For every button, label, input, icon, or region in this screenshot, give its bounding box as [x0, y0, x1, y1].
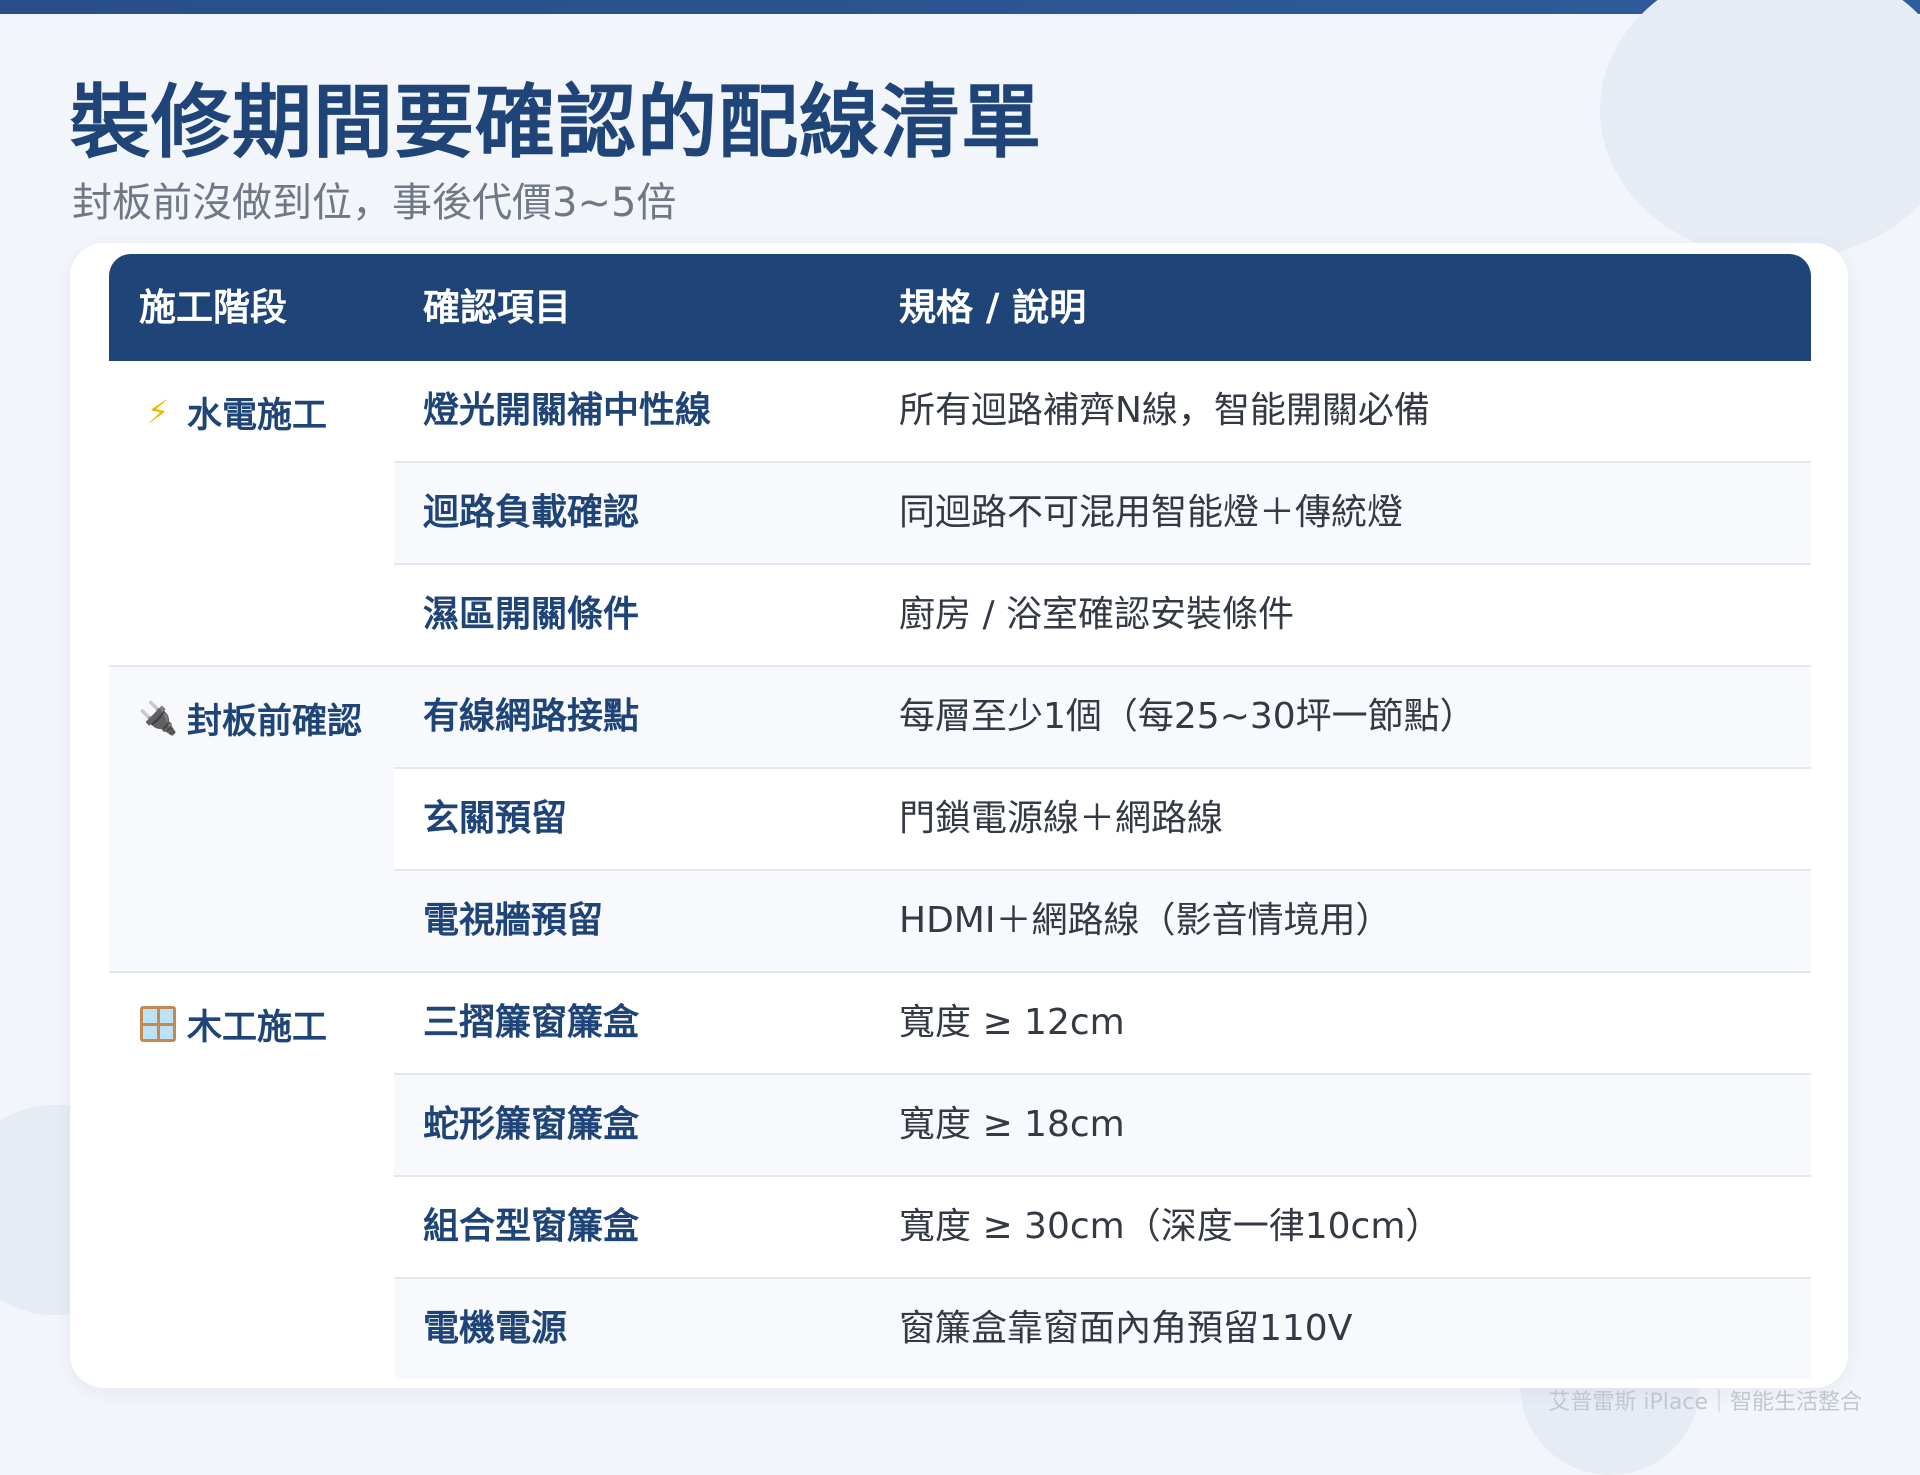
stage-label: 木工施工 — [139, 973, 327, 1075]
table-row: 燈光開關補中性線 所有迴路補齊N線，智能開關必備 — [394, 361, 1811, 461]
page-title: 裝修期間要確認的配線清單 — [70, 76, 1042, 169]
stage-name: 封板前確認 — [187, 701, 363, 742]
spec-cell: 所有迴路補齊N線，智能開關必備 — [899, 390, 1430, 431]
table-row: 玄關預留 門鎖電源線＋網路線 — [394, 767, 1811, 869]
table-row: 三摺簾窗簾盒 寬度 ≥ 12cm — [394, 973, 1811, 1073]
item-cell: 有線網路接點 — [423, 696, 640, 737]
item-cell: 濕區開關條件 — [423, 594, 640, 635]
electric-plug-icon: 🔌 — [138, 699, 178, 737]
spec-cell: 門鎖電源線＋網路線 — [899, 798, 1224, 839]
page-subtitle: 封板前沒做到位，事後代價3~5倍 — [72, 180, 677, 226]
header-spec: 規格 / 說明 — [899, 286, 1087, 329]
spec-cell: 寬度 ≥ 18cm — [899, 1104, 1125, 1145]
item-cell: 迴路負載確認 — [423, 492, 640, 533]
spec-cell: 寬度 ≥ 12cm — [899, 1002, 1125, 1043]
spec-cell: 每層至少1個（每25~30坪一節點） — [899, 696, 1476, 737]
item-cell: 玄關預留 — [423, 798, 568, 839]
table-row: 濕區開關條件 廚房 / 浴室確認安裝條件 — [394, 563, 1811, 665]
footer-brand: 艾普雷斯 iPlace｜智能生活整合 — [1548, 1390, 1862, 1415]
item-cell: 燈光開關補中性線 — [423, 390, 712, 431]
table-row: 有線網路接點 每層至少1個（每25~30坪一節點） — [394, 667, 1811, 767]
stage-group-pre-board-check: 🔌 封板前確認 有線網路接點 每層至少1個（每25~30坪一節點） 玄關預留 門… — [109, 665, 1811, 971]
stage-group-carpentry: 木工施工 三摺簾窗簾盒 寬度 ≥ 12cm 蛇形簾窗簾盒 寬度 ≥ 18cm 組… — [109, 971, 1811, 1379]
stage-label: 🔌 封板前確認 — [138, 667, 363, 769]
checklist-table: 施工階段 確認項目 規格 / 說明 ⚡ 水電施工 燈光開關補中性線 所有迴路補齊… — [109, 254, 1811, 1379]
table-row: 電機電源 窗簾盒靠窗面內角預留110V — [394, 1277, 1811, 1379]
header-item: 確認項目 — [423, 286, 571, 329]
stage-name: 木工施工 — [187, 1007, 328, 1048]
spec-cell: 同迴路不可混用智能燈＋傳統燈 — [899, 492, 1404, 533]
table-row: 組合型窗簾盒 寬度 ≥ 30cm（深度一律10cm） — [394, 1175, 1811, 1277]
header-stage: 施工階段 — [139, 286, 287, 329]
table-header: 施工階段 確認項目 規格 / 說明 — [109, 254, 1811, 361]
lightning-bolt-icon: ⚡ — [146, 393, 170, 431]
table-row: 電視牆預留 HDMI＋網路線（影音情境用） — [394, 869, 1811, 971]
top-accent-bar — [0, 0, 1920, 14]
stage-name: 水電施工 — [187, 395, 328, 436]
table-row: 蛇形簾窗簾盒 寬度 ≥ 18cm — [394, 1073, 1811, 1175]
spec-cell: 廚房 / 浴室確認安裝條件 — [899, 594, 1295, 635]
item-cell: 組合型窗簾盒 — [423, 1206, 640, 1247]
spec-cell: 寬度 ≥ 30cm（深度一律10cm） — [899, 1206, 1442, 1247]
table-row: 迴路負載確認 同迴路不可混用智能燈＋傳統燈 — [394, 461, 1811, 563]
spec-cell: HDMI＋網路線（影音情境用） — [899, 900, 1392, 941]
stage-label: ⚡ 水電施工 — [139, 361, 327, 463]
item-cell: 三摺簾窗簾盒 — [423, 1002, 640, 1043]
item-cell: 電機電源 — [423, 1308, 568, 1349]
decorative-circle — [1600, 0, 1920, 260]
window-icon — [140, 1006, 176, 1042]
item-cell: 電視牆預留 — [423, 900, 604, 941]
spec-cell: 窗簾盒靠窗面內角預留110V — [899, 1308, 1353, 1349]
item-cell: 蛇形簾窗簾盒 — [423, 1104, 640, 1145]
stage-group-plumbing-electrical: ⚡ 水電施工 燈光開關補中性線 所有迴路補齊N線，智能開關必備 迴路負載確認 同… — [109, 361, 1811, 665]
